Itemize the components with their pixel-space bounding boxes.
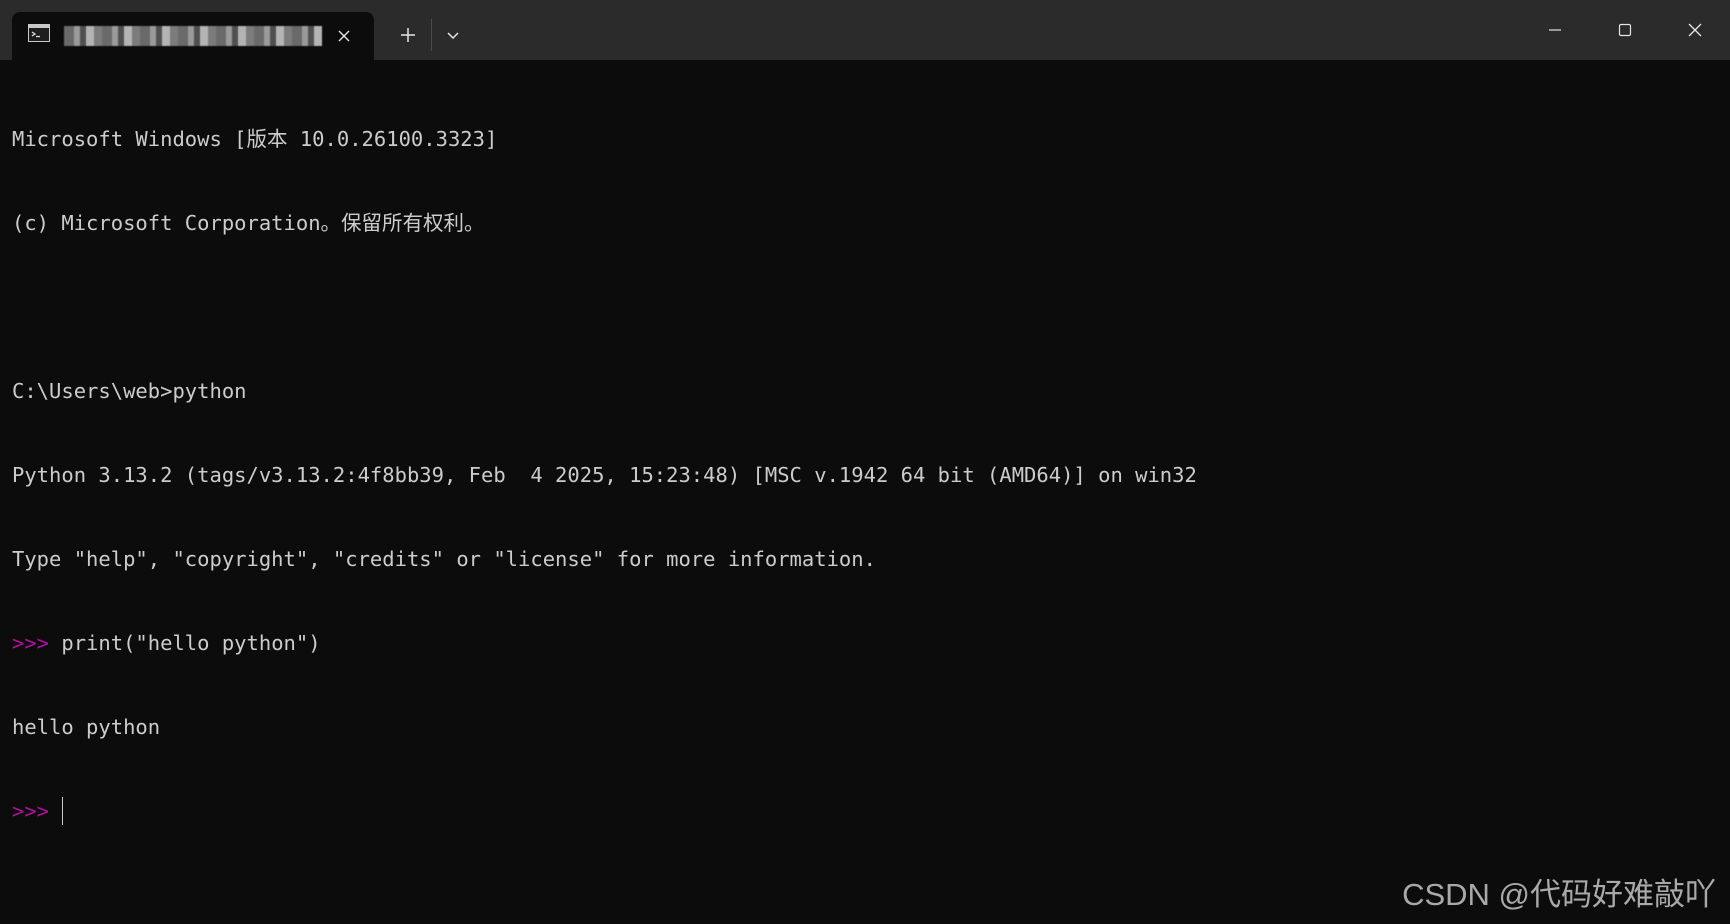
tab-command-prompt[interactable] — [12, 12, 374, 60]
terminal-line: >>> print("hello python") — [12, 629, 1712, 657]
python-prompt: >>> — [12, 631, 50, 655]
terminal-line: hello python — [12, 715, 161, 739]
terminal-icon — [28, 24, 50, 42]
close-window-button[interactable] — [1660, 0, 1730, 60]
tab-title — [64, 26, 322, 46]
minimize-button[interactable] — [1520, 0, 1590, 60]
command-text: print("hello python") — [49, 631, 321, 655]
chevron-down-icon — [447, 32, 459, 40]
plus-icon — [401, 28, 415, 42]
terminal-line: C:\Users\web>python — [12, 379, 247, 403]
close-tab-icon[interactable] — [332, 24, 356, 48]
python-prompt: >>> — [12, 799, 50, 823]
minimize-icon — [1549, 29, 1561, 31]
new-tab-button[interactable] — [393, 20, 423, 50]
terminal-output[interactable]: Microsoft Windows [版本 10.0.26100.3323] (… — [12, 69, 1712, 909]
terminal-line: Microsoft Windows [版本 10.0.26100.3323] — [12, 127, 498, 151]
terminal-line: (c) Microsoft Corporation。保留所有权利。 — [12, 211, 485, 235]
maximize-button[interactable] — [1590, 0, 1660, 60]
tab-dropdown-button[interactable] — [438, 20, 468, 50]
text-cursor — [62, 797, 64, 825]
close-icon — [1688, 23, 1702, 37]
terminal-window: Microsoft Windows [版本 10.0.26100.3323] (… — [0, 0, 1730, 924]
input-text[interactable] — [49, 799, 61, 823]
terminal-line: Python 3.13.2 (tags/v3.13.2:4f8bb39, Feb… — [12, 463, 1197, 487]
terminal-input-line[interactable]: >>> — [12, 797, 1712, 825]
tab-divider — [431, 19, 432, 51]
terminal-line: Type "help", "copyright", "credits" or "… — [12, 547, 876, 571]
maximize-icon — [1618, 23, 1632, 37]
title-bar[interactable] — [0, 0, 1730, 60]
watermark: CSDN @代码好难敲吖 — [1402, 877, 1716, 912]
